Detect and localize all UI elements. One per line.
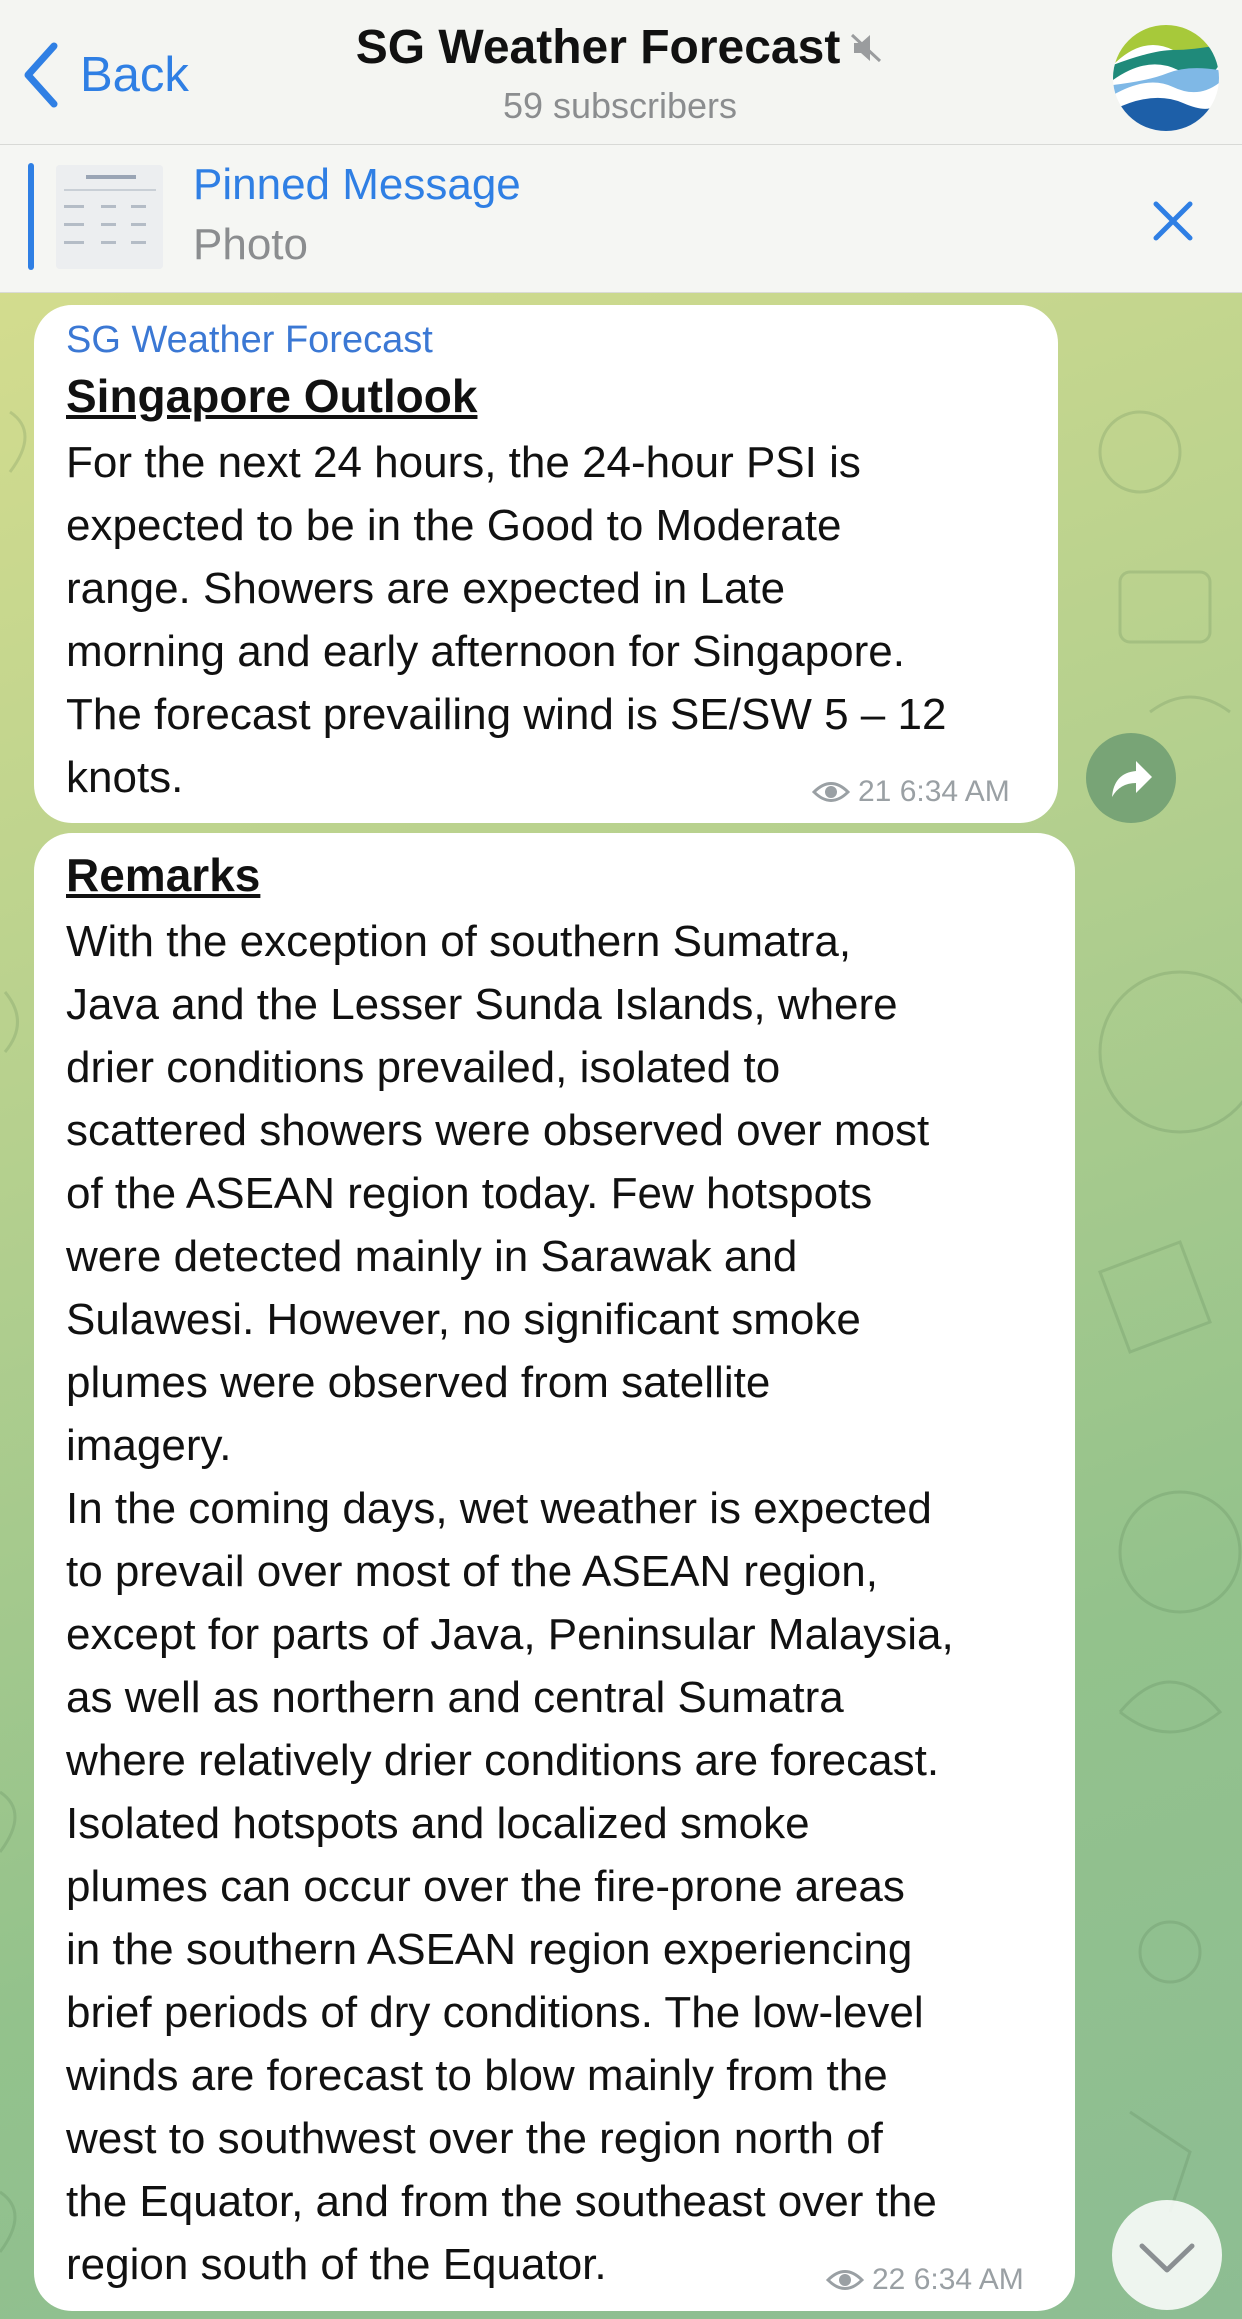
- message-text: For the next 24 hours, the 24-hour PSI i…: [66, 438, 947, 802]
- channel-title: SG Weather Forecast: [355, 21, 841, 74]
- subscriber-count: 59 subscribers: [502, 85, 738, 126]
- message-heading: Remarks: [66, 849, 261, 901]
- eye-icon: [826, 2270, 864, 2290]
- message-bubble[interactable]: Remarks With the exception of southern S…: [34, 833, 1075, 2311]
- message-time: 6:34 AM: [913, 2263, 1024, 2296]
- share-arrow-icon: [1112, 761, 1152, 797]
- pinned-thumbnail: [56, 165, 163, 269]
- chevron-down-icon: [1139, 2243, 1195, 2273]
- message-heading: Singapore Outlook: [66, 370, 478, 422]
- view-count: 22: [872, 2263, 906, 2296]
- message-sender: SG Weather Forecast: [66, 319, 433, 361]
- message-bubble[interactable]: SG Weather Forecast Singapore Outlook Fo…: [34, 305, 1058, 823]
- message-meta: 22 6:34 AM: [826, 2263, 1024, 2297]
- channel-title-area[interactable]: SG Weather Forecast 59 subscribers: [300, 20, 940, 127]
- scroll-down-button[interactable]: [1112, 2200, 1222, 2310]
- back-button[interactable]: Back: [20, 40, 189, 110]
- message-meta: 21 6:34 AM: [812, 775, 1010, 809]
- back-label: Back: [80, 48, 189, 102]
- message-time: 6:34 AM: [899, 775, 1010, 808]
- pinned-title: Pinned Message: [193, 160, 521, 209]
- pinned-indicator: [28, 163, 34, 270]
- pinned-subtitle: Photo: [193, 220, 308, 269]
- pinned-message-bar[interactable]: Pinned Message Photo: [0, 145, 1242, 293]
- channel-avatar[interactable]: [1113, 25, 1219, 131]
- message-text: With the exception of southern Sumatra, …: [66, 917, 954, 2289]
- close-icon[interactable]: [1148, 196, 1198, 246]
- chat-header: Back SG Weather Forecast 59 subscribers: [0, 0, 1242, 145]
- chevron-left-icon: [24, 42, 58, 108]
- view-count: 21: [858, 775, 892, 808]
- eye-icon: [812, 782, 850, 802]
- speaker-muted-icon: [851, 33, 882, 62]
- forward-button[interactable]: [1086, 733, 1176, 823]
